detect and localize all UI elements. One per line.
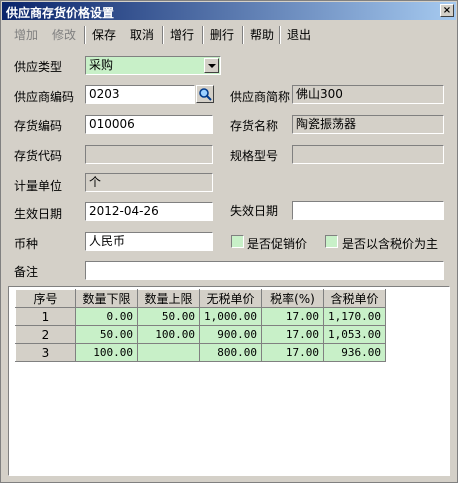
- price-inc-tax-cell[interactable]: 936.00: [322, 343, 386, 362]
- price-table: 序号 数量下限 数量上限 无税单价 税率(%) 含税单价 1 0.00 50.0…: [15, 289, 386, 362]
- table-header-row: 序号 数量下限 数量上限 无税单价 税率(%) 含税单价: [15, 289, 386, 308]
- supply-type-value: 采购: [89, 58, 114, 72]
- spec-field: [292, 145, 444, 164]
- qty-max-cell[interactable]: [137, 343, 200, 362]
- close-icon[interactable]: ×: [440, 4, 454, 17]
- table-row[interactable]: 2 50.00 100.00 900.00 17.00 1,053.00: [15, 325, 386, 344]
- price-settings-window: 供应商存货价格设置 × 增加 修改 保存 取消 增行 删行 帮助 退出 供应类型…: [0, 0, 458, 483]
- toolbar-separator: [84, 26, 86, 44]
- unit-label: 计量单位: [14, 179, 63, 193]
- price-ex-tax-cell[interactable]: 900.00: [199, 325, 262, 344]
- item-name-field: 陶瓷振荡器: [292, 115, 444, 134]
- help-button[interactable]: 帮助: [245, 25, 279, 45]
- remark-label: 备注: [14, 265, 39, 279]
- tax-inclusive-checkbox-label: 是否以含税价为主: [342, 237, 439, 251]
- remark-field[interactable]: [85, 261, 444, 280]
- column-header[interactable]: 无税单价: [199, 289, 262, 308]
- tax-inclusive-checkbox[interactable]: [325, 235, 338, 248]
- effective-date-value: 2012-04-26: [89, 204, 159, 218]
- row-number: 1: [15, 307, 76, 326]
- price-inc-tax-cell[interactable]: 1,170.00: [322, 307, 386, 326]
- cancel-button[interactable]: 取消: [125, 25, 159, 45]
- effective-date-field[interactable]: 2012-04-26: [85, 202, 213, 221]
- toolbar: 增加 修改 保存 取消 增行 删行 帮助 退出: [3, 23, 455, 47]
- expire-date-field[interactable]: [292, 201, 444, 220]
- vendor-short-name-value: 佛山300: [296, 87, 343, 101]
- item-code-label: 存货编码: [14, 119, 63, 133]
- qty-min-cell[interactable]: 0.00: [75, 307, 138, 326]
- window-title: 供应商存货价格设置: [6, 6, 115, 20]
- toolbar-separator: [162, 26, 164, 44]
- toolbar-separator: [202, 26, 204, 44]
- row-number: 2: [15, 325, 76, 344]
- save-button[interactable]: 保存: [87, 25, 121, 45]
- item-alias-field: [85, 145, 213, 164]
- item-name-label: 存货名称: [230, 119, 279, 133]
- tax-rate-cell[interactable]: 17.00: [260, 307, 324, 326]
- vendor-code-label: 供应商编码: [14, 90, 75, 104]
- promo-checkbox-label: 是否促销价: [247, 237, 308, 251]
- table-row[interactable]: 1 0.00 50.00 1,000.00 17.00 1,170.00: [15, 307, 386, 326]
- item-code-value: 010006: [89, 117, 135, 131]
- edit-button[interactable]: 修改: [47, 25, 81, 45]
- expire-date-label: 失效日期: [230, 204, 279, 218]
- column-header[interactable]: 数量下限: [75, 289, 138, 308]
- add-row-button[interactable]: 增行: [165, 25, 199, 45]
- vendor-short-name-field: 佛山300: [292, 85, 444, 104]
- effective-date-label: 生效日期: [14, 207, 63, 221]
- price-ex-tax-cell[interactable]: 800.00: [199, 343, 262, 362]
- vendor-short-name-label: 供应商简称: [230, 90, 291, 104]
- price-grid[interactable]: 序号 数量下限 数量上限 无税单价 税率(%) 含税单价 1 0.00 50.0…: [8, 286, 450, 476]
- qty-max-cell[interactable]: 100.00: [137, 325, 200, 344]
- chevron-down-icon[interactable]: [204, 58, 219, 73]
- item-code-field[interactable]: 010006: [85, 115, 213, 134]
- qty-min-cell[interactable]: 100.00: [75, 343, 138, 362]
- title-bar: 供应商存货价格设置 ×: [2, 2, 456, 20]
- item-name-value: 陶瓷振荡器: [296, 117, 357, 131]
- tax-rate-cell[interactable]: 17.00: [260, 325, 324, 344]
- toolbar-separator: [242, 26, 244, 44]
- toolbar-separator: [279, 26, 281, 44]
- price-inc-tax-cell[interactable]: 1,053.00: [322, 325, 386, 344]
- item-alias-label: 存货代码: [14, 149, 63, 163]
- row-number: 3: [15, 343, 76, 362]
- promo-checkbox[interactable]: [231, 235, 244, 248]
- column-header[interactable]: 税率(%): [260, 289, 324, 308]
- vendor-code-field[interactable]: 0203: [85, 85, 195, 104]
- search-icon[interactable]: [196, 85, 214, 103]
- currency-value: 人民币: [89, 234, 126, 248]
- vendor-code-value: 0203: [89, 87, 120, 101]
- supply-type-select[interactable]: 采购: [85, 56, 221, 75]
- price-ex-tax-cell[interactable]: 1,000.00: [199, 307, 262, 326]
- currency-field[interactable]: 人民币: [85, 232, 213, 251]
- exit-button[interactable]: 退出: [282, 25, 316, 45]
- unit-value: 个: [89, 175, 102, 189]
- column-header[interactable]: 序号: [15, 289, 76, 308]
- delete-row-button[interactable]: 删行: [205, 25, 239, 45]
- qty-max-cell[interactable]: 50.00: [137, 307, 200, 326]
- tax-rate-cell[interactable]: 17.00: [260, 343, 324, 362]
- spec-label: 规格型号: [230, 149, 279, 163]
- column-header[interactable]: 数量上限: [137, 289, 200, 308]
- column-header[interactable]: 含税单价: [322, 289, 386, 308]
- add-button[interactable]: 增加: [9, 25, 43, 45]
- qty-min-cell[interactable]: 50.00: [75, 325, 138, 344]
- currency-label: 币种: [14, 237, 39, 251]
- table-row[interactable]: 3 100.00 800.00 17.00 936.00: [15, 343, 386, 362]
- unit-field: 个: [85, 173, 213, 192]
- supply-type-label: 供应类型: [14, 60, 63, 74]
